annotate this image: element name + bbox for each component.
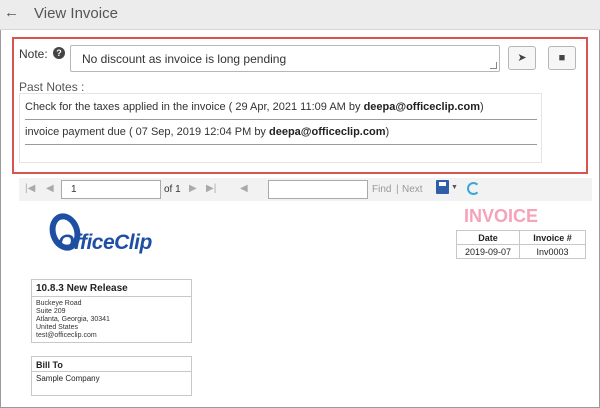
toolbar-separator: | xyxy=(396,184,399,195)
help-icon[interactable]: ? xyxy=(53,47,65,59)
send-icon: ➤ xyxy=(517,52,527,64)
invoice-number-header: Invoice # xyxy=(519,230,586,245)
page-count: of 1 xyxy=(164,184,181,195)
company-email: test@officeclip.com xyxy=(36,332,97,339)
chevron-down-icon[interactable]: ▼ xyxy=(451,184,458,191)
page-number-value: 1 xyxy=(71,184,77,195)
find-link[interactable]: Find xyxy=(372,184,391,195)
clear-note-button[interactable]: ■ xyxy=(548,46,576,70)
address-line: Buckeye Road xyxy=(36,300,82,307)
note-author: deepa@officeclip.com xyxy=(363,101,481,113)
address-line: United States xyxy=(36,324,79,331)
note-author: deepa@officeclip.com xyxy=(269,126,386,138)
refresh-icon[interactable] xyxy=(467,182,480,195)
invoice-date: 2019-09-07 xyxy=(456,244,520,259)
resize-grip-icon[interactable] xyxy=(490,62,497,69)
table-row: 2019-09-07 Inv0003 xyxy=(456,244,586,259)
invoice-number: Inv0003 xyxy=(519,244,586,259)
next-page-icon[interactable]: ▶ xyxy=(189,183,197,194)
arrow-left-icon[interactable]: ← xyxy=(4,4,19,21)
note-input-value: No discount as invoice is long pending xyxy=(82,52,287,66)
bill-to-box: Bill To Sample Company xyxy=(31,356,192,396)
back-to-parent-icon[interactable]: ◀ xyxy=(240,183,248,194)
prev-page-icon[interactable]: ◀ xyxy=(46,183,54,194)
invoice-title: INVOICE xyxy=(464,206,539,226)
list-item: invoice payment due ( 07 Sep, 2019 12:04… xyxy=(25,121,537,145)
find-input[interactable] xyxy=(268,180,368,199)
note-label: Note: xyxy=(19,47,48,61)
address-line: Atlanta, Georgia, 30341 xyxy=(36,316,110,323)
note-text: Check for the taxes applied in the invoi… xyxy=(25,101,364,113)
invoice-info-table: Date Invoice # 2019-09-07 Inv0003 xyxy=(456,230,586,259)
past-notes-list: Check for the taxes applied in the invoi… xyxy=(19,93,542,163)
divider xyxy=(32,371,191,372)
list-item: Check for the taxes applied in the invoi… xyxy=(25,96,537,120)
note-suffix: ) xyxy=(385,126,390,138)
table-row: Date Invoice # xyxy=(456,230,586,245)
send-note-button[interactable]: ➤ xyxy=(508,46,536,70)
address-line: Suite 209 xyxy=(36,308,66,315)
eraser-icon: ■ xyxy=(558,52,566,64)
date-header: Date xyxy=(456,230,520,245)
company-address-box: 10.8.3 New Release Buckeye Road Suite 20… xyxy=(31,279,192,343)
note-suffix: ) xyxy=(480,101,484,113)
next-link[interactable]: Next xyxy=(402,184,423,195)
note-input[interactable]: No discount as invoice is long pending xyxy=(70,45,500,72)
bill-to-name: Sample Company xyxy=(36,374,100,383)
first-page-icon[interactable]: |◀ xyxy=(25,183,35,194)
page-title: View Invoice xyxy=(34,5,118,22)
export-icon[interactable] xyxy=(436,180,449,194)
top-bar: ← View Invoice xyxy=(0,0,600,30)
last-page-icon[interactable]: ▶| xyxy=(206,183,216,194)
officeclip-logo: OfficeClip xyxy=(44,209,164,263)
bill-to-label: Bill To xyxy=(36,360,63,370)
past-notes-label: Past Notes : xyxy=(19,80,85,94)
note-text: invoice payment due ( 07 Sep, 2019 12:04… xyxy=(25,126,269,138)
company-name: 10.8.3 New Release xyxy=(36,283,128,294)
divider xyxy=(32,296,191,297)
page-number-input[interactable]: 1 xyxy=(61,180,161,199)
logo-text: OfficeClip xyxy=(58,231,152,254)
